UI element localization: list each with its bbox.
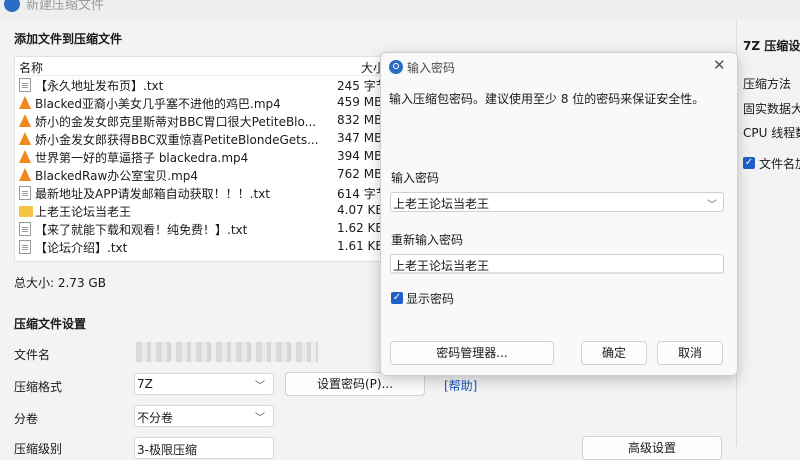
video-file-icon (19, 96, 31, 109)
format-select[interactable]: 7Z ﹀ (134, 373, 274, 395)
method-label: 压缩方法 (743, 77, 792, 91)
level-label: 压缩级别 (14, 442, 63, 456)
file-size: 4.07 KB (337, 203, 384, 217)
file-name: 最新地址及APP请发邮箱自动获取！！！.txt (35, 187, 271, 201)
filename-label: 文件名 (14, 348, 51, 362)
password-manager-button[interactable]: 密码管理器... (390, 341, 554, 365)
filename-encrypt-label: 文件名加密 (759, 157, 800, 171)
show-password-label: 显示密码 (406, 292, 455, 306)
reenter-password-label: 重新输入密码 (391, 233, 464, 247)
text-file-icon (19, 78, 31, 92)
text-file-icon (19, 240, 31, 254)
list-item[interactable]: 【论坛介绍】.txt 1.61 KB (15, 238, 387, 256)
close-icon[interactable]: ✕ (713, 56, 726, 74)
password-label: 输入密码 (391, 171, 440, 185)
level-value: 3-极限压缩 (137, 443, 197, 457)
filename-encrypt-checkbox[interactable]: ✓ (743, 157, 755, 169)
window-title: 新建压缩文件 (26, 0, 105, 13)
level-select[interactable]: 3-极限压缩 (134, 437, 274, 459)
video-file-icon (19, 132, 31, 145)
right-settings-panel: 7Z 压缩设置 压缩方法 固实数据大小 CPU 线程数 ✓ 文件名加密 (736, 20, 800, 446)
list-item[interactable]: 【来了就能下载和观看！纯免费！】.txt 1.62 KB (15, 220, 387, 238)
file-size: 347 MB (337, 131, 383, 145)
compress-settings-title: 压缩文件设置 (14, 317, 87, 331)
list-item[interactable]: Blacked亚裔小美女几乎塞不进他的鸡巴.mp4 459 MB (15, 94, 387, 112)
file-name: Blacked亚裔小美女几乎塞不进他的鸡巴.mp4 (35, 97, 281, 111)
file-size: 459 MB (337, 95, 383, 109)
folder-icon (19, 206, 33, 217)
volume-label: 分卷 (14, 412, 39, 426)
format-label: 压缩格式 (14, 380, 63, 394)
column-name-header[interactable]: 名称 (19, 59, 43, 76)
total-size: 总大小: 2.73 GB (14, 276, 106, 290)
file-name: 娇小的金发女郎克里斯蒂对BBC胃口很大PetiteBlo... (35, 115, 317, 129)
file-list-header: 名称 大小 (15, 57, 387, 76)
chevron-down-icon: ﹀ (255, 381, 265, 392)
ok-button[interactable]: 确定 (581, 341, 647, 365)
file-name: 【论坛介绍】.txt (35, 241, 128, 255)
file-name: 【永久地址发布页】.txt (35, 79, 164, 93)
format-value: 7Z (137, 377, 153, 391)
file-name: 世界第一好的草逼搭子 blackedra.mp4 (35, 151, 249, 165)
dialog-title: 输入密码 (407, 61, 456, 75)
file-size: 762 MB (337, 167, 383, 181)
cancel-button[interactable]: 取消 (657, 341, 723, 365)
chevron-down-icon[interactable]: ﹀ (707, 196, 717, 211)
list-item[interactable]: 【永久地址发布页】.txt 245 字节 (15, 76, 387, 94)
window-titlebar: 新建压缩文件 (0, 0, 800, 20)
list-item[interactable]: 娇小的金发女郎克里斯蒂对BBC胃口很大PetiteBlo... 832 MB (15, 112, 387, 130)
right-panel-title: 7Z 压缩设置 (743, 39, 800, 53)
text-file-icon (19, 186, 31, 200)
reenter-password-input[interactable]: 上老王论坛当老王 (390, 254, 724, 274)
list-item[interactable]: 上老王论坛当老王 4.07 KB (15, 202, 387, 220)
solid-size-label: 固实数据大小 (743, 102, 800, 116)
file-size: 832 MB (337, 113, 383, 127)
list-item[interactable]: BlackedRaw办公室宝贝.mp4 762 MB (15, 166, 387, 184)
password-value: 上老王论坛当老王 (393, 197, 490, 211)
volume-value: 不分卷 (137, 411, 174, 425)
file-name: BlackedRaw办公室宝贝.mp4 (35, 169, 199, 183)
file-size: 394 MB (337, 149, 383, 163)
file-size: 1.62 KB (337, 221, 384, 235)
help-link[interactable]: [帮助] (444, 377, 477, 394)
file-size: 1.61 KB (337, 239, 384, 253)
password-dialog: 输入密码 ✕ 输入压缩包密码。建议使用至少 8 位的密码来保证安全性。 输入密码… (380, 52, 738, 376)
app-icon (389, 60, 403, 74)
file-name: 上老王论坛当老王 (35, 205, 132, 219)
password-input[interactable]: 上老王论坛当老王 ﹀ (390, 192, 724, 212)
volume-select[interactable]: 不分卷 ﹀ (134, 405, 274, 427)
file-name: 【来了就能下载和观看！纯免费！】.txt (35, 223, 248, 237)
show-password-checkbox[interactable]: ✓ (391, 292, 403, 304)
file-name: 娇小金发女郎获得BBC双重惊喜PetiteBlondeGets... (35, 133, 319, 147)
filename-input-blurred[interactable] (136, 342, 318, 362)
list-item[interactable]: 世界第一好的草逼搭子 blackedra.mp4 394 MB (15, 148, 387, 166)
reenter-password-value: 上老王论坛当老王 (393, 259, 490, 273)
add-files-title: 添加文件到压缩文件 (14, 32, 123, 46)
list-item[interactable]: 最新地址及APP请发邮箱自动获取！！！.txt 614 字节 (15, 184, 387, 202)
file-list[interactable]: 名称 大小 【永久地址发布页】.txt 245 字节 Blacked亚裔小美女几乎塞… (14, 56, 388, 262)
chevron-down-icon: ﹀ (255, 413, 265, 424)
video-file-icon (19, 150, 31, 163)
video-file-icon (19, 114, 31, 127)
cpu-threads-label: CPU 线程数 (743, 126, 800, 140)
app-icon (4, 0, 20, 12)
list-item[interactable]: 娇小金发女郎获得BBC双重惊喜PetiteBlondeGets... 347 MB (15, 130, 387, 148)
dialog-description: 输入压缩包密码。建议使用至少 8 位的密码来保证安全性。 (389, 92, 705, 106)
advanced-settings-button[interactable]: 高级设置 (582, 436, 722, 460)
video-file-icon (19, 168, 31, 181)
text-file-icon (19, 222, 31, 236)
